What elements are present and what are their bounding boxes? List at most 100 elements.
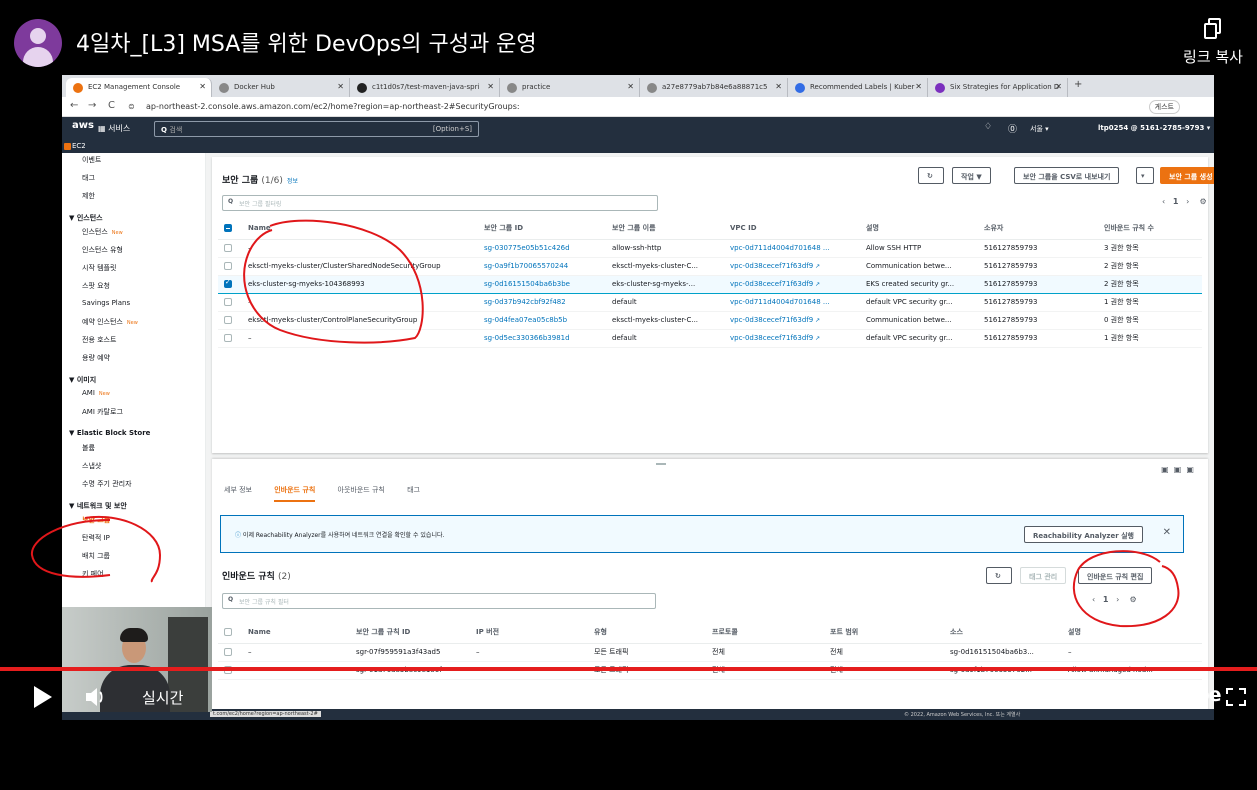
guest-profile-button[interactable]: 게스트	[1148, 100, 1180, 114]
aws-logo[interactable]: aws	[72, 120, 94, 131]
external-link-icon[interactable]: ↗	[813, 281, 820, 288]
sidebar-item[interactable]: 태그	[82, 173, 95, 183]
column-header[interactable]: 설명	[860, 217, 978, 240]
security-group-filter-input[interactable]: 보안 그룹 필터링	[222, 195, 658, 211]
column-header[interactable]: Name	[242, 217, 478, 240]
next-page-icon[interactable]: ›	[1116, 595, 1119, 604]
create-security-group-button[interactable]: 보안 그룹 생성	[1160, 167, 1214, 184]
youtube-logo[interactable]: YouTube	[1138, 684, 1221, 706]
external-link-icon[interactable]: ↗	[813, 263, 820, 270]
refresh-button[interactable]: ↻	[986, 567, 1012, 584]
sidebar-item[interactable]: 시작 템플릿	[82, 263, 116, 273]
export-dropdown-button[interactable]: ▾	[1136, 167, 1154, 184]
rule-filter-input[interactable]: 보안 그룹 규칙 필터	[222, 593, 656, 609]
sidebar-item[interactable]: Savings Plans	[82, 299, 130, 307]
next-page-icon[interactable]: ›	[1186, 197, 1189, 206]
site-info-icon[interactable]: ⊜	[128, 102, 135, 111]
browser-tab[interactable]: c1t1d0s7/test-maven-java-spri ✕	[350, 78, 500, 97]
table-row[interactable]: eksctl-myeks-cluster/ControlPlaneSecurit…	[218, 311, 1202, 330]
cell-vpc[interactable]: vpc-0d38cecef71f63df9 ↗	[724, 311, 860, 330]
browser-tab[interactable]: Recommended Labels | Kuber ✕	[788, 78, 928, 97]
actions-button[interactable]: 작업 ▼	[952, 167, 991, 184]
table-row[interactable]: – sg-0d37b942cbf92f482 default vpc-0d711d40…	[218, 293, 1202, 312]
column-header[interactable]: IP 버전	[470, 621, 588, 644]
sidebar-item[interactable]: 이벤트	[82, 155, 101, 165]
edit-inbound-rules-button[interactable]: 인바운드 규칙 편집	[1078, 567, 1153, 584]
cell-id[interactable]: sg-030775e05b51c426d	[478, 239, 606, 258]
sidebar-item[interactable]: 예약 인스턴스 New	[82, 317, 138, 327]
browser-tab[interactable]: Docker Hub ✕	[212, 78, 350, 97]
back-icon[interactable]: ←	[70, 100, 78, 111]
cell-id[interactable]: sg-0d37b942cbf92f482	[478, 293, 606, 312]
column-header[interactable]: 소스	[944, 621, 1062, 644]
fullscreen-icon[interactable]	[1226, 688, 1246, 706]
sidebar-item[interactable]: AMI 카탈로그	[82, 407, 123, 417]
column-header[interactable]: 설명	[1062, 621, 1202, 644]
url-field[interactable]: ap-northeast-2.console.aws.amazon.com/ec…	[146, 102, 520, 111]
volume-icon[interactable]	[84, 686, 108, 708]
browser-tab[interactable]: practice ✕	[500, 78, 640, 97]
reachability-analyzer-button[interactable]: Reachability Analyzer 실행	[1024, 526, 1143, 543]
sidebar-item[interactable]: 보안 그룹	[82, 515, 110, 525]
sidebar-section-header[interactable]: ▼ 네트워크 및 보안	[69, 501, 127, 511]
cell-id[interactable]: sg-0a9f1b70065570244	[478, 257, 606, 276]
sidebar-section-header[interactable]: ▼ 인스턴스	[69, 213, 103, 223]
subtitles-icon[interactable]	[1042, 688, 1066, 706]
settings-gear-icon[interactable]: ⚙	[1129, 595, 1136, 604]
sidebar-item[interactable]: 제한	[82, 191, 95, 201]
account-menu[interactable]: ltp0254 @ 5161-2785-9793 ▾	[1098, 124, 1210, 132]
aws-search-input[interactable]: Q 검색 [Option+S]	[154, 121, 479, 137]
prev-page-icon[interactable]: ‹	[1162, 197, 1165, 206]
row-checkbox[interactable]	[224, 278, 232, 288]
sidebar-item[interactable]: 스팟 요청	[82, 281, 110, 291]
table-row[interactable]: eksctl-myeks-cluster/ClusterSharedNodeSe…	[218, 257, 1202, 276]
forward-icon[interactable]: →	[88, 100, 96, 111]
tab-tags[interactable]: 태그	[407, 486, 420, 500]
services-menu[interactable]: ▦ 서비스	[98, 123, 130, 134]
info-link[interactable]: 정보	[287, 178, 298, 185]
table-row[interactable]: – sg-0d5ec330366b3981d default vpc-0d38cece…	[218, 329, 1202, 348]
cell-vpc[interactable]: vpc-0d711d4004d701648 ...	[724, 239, 860, 258]
sidebar-item[interactable]: 탄력적 IP	[82, 533, 110, 543]
settings-gear-icon[interactable]: ⚙	[1092, 682, 1112, 707]
panel-layout-icons[interactable]: ▣ ▣ ▣	[1161, 465, 1194, 474]
sidebar-item[interactable]: 수명 주기 관리자	[82, 479, 132, 489]
channel-avatar[interactable]	[14, 19, 62, 67]
browser-tab[interactable]: Six Strategies for Application D ✕	[928, 78, 1068, 97]
close-icon[interactable]: ✕	[627, 82, 634, 91]
play-icon[interactable]	[34, 686, 52, 708]
cell-id[interactable]: sg-0d16151504ba6b3be	[478, 274, 606, 294]
sidebar-item[interactable]: 전용 호스트	[82, 335, 116, 345]
cell-vpc[interactable]: vpc-0d38cecef71f63df9 ↗	[724, 274, 860, 294]
region-menu[interactable]: 서울 ▾	[1030, 124, 1049, 134]
column-header[interactable]: 포트 범위	[824, 621, 944, 644]
sidebar-item[interactable]: 키 페어	[82, 569, 104, 579]
table-row[interactable]: – sgr-07f959591a3f43ad5– 모든 트래픽 전체 전체 sg-0d16…	[218, 643, 1202, 662]
row-checkbox[interactable]	[224, 244, 232, 252]
cell-vpc[interactable]: vpc-0d38cecef71f63df9 ↗	[724, 329, 860, 348]
tab-inbound-rules[interactable]: 인바운드 규칙	[274, 486, 316, 502]
help-icon[interactable]: ⓪	[1008, 122, 1017, 135]
close-icon[interactable]: ✕	[1163, 527, 1171, 538]
column-header[interactable]: 보안 그룹 ID	[478, 217, 606, 240]
row-checkbox[interactable]	[224, 262, 232, 270]
browser-tab[interactable]: EC2 Management Console ✕	[66, 78, 212, 97]
reload-icon[interactable]: C	[108, 100, 115, 111]
prev-page-icon[interactable]: ‹	[1092, 595, 1095, 604]
column-header[interactable]: 보안 그룹 규칙 ID	[350, 621, 470, 644]
export-csv-button[interactable]: 보안 그룹을 CSV로 내보내기	[1014, 167, 1120, 184]
sidebar-item[interactable]: AMI New	[82, 389, 110, 397]
external-link-icon[interactable]: ↗	[813, 335, 820, 342]
browser-tab[interactable]: a27e8779ab7b84e6a88871c5 ✕	[640, 78, 788, 97]
row-checkbox[interactable]	[224, 316, 232, 324]
cell-vpc[interactable]: vpc-0d711d4004d701648 ...	[724, 293, 860, 312]
cell-id[interactable]: sg-0d5ec330366b3981d	[478, 329, 606, 348]
close-icon[interactable]: ✕	[775, 82, 782, 91]
sidebar-item[interactable]: 배치 그룹	[82, 551, 110, 561]
column-header[interactable]: Name	[242, 621, 350, 644]
sidebar-section-header[interactable]: ▼ Elastic Block Store	[69, 429, 150, 437]
resize-handle[interactable]	[656, 463, 666, 465]
video-progress-bar[interactable]	[0, 667, 1257, 671]
sidebar-section-header[interactable]: ▼ 이미지	[69, 375, 96, 385]
new-tab-button[interactable]: +	[1074, 79, 1082, 90]
